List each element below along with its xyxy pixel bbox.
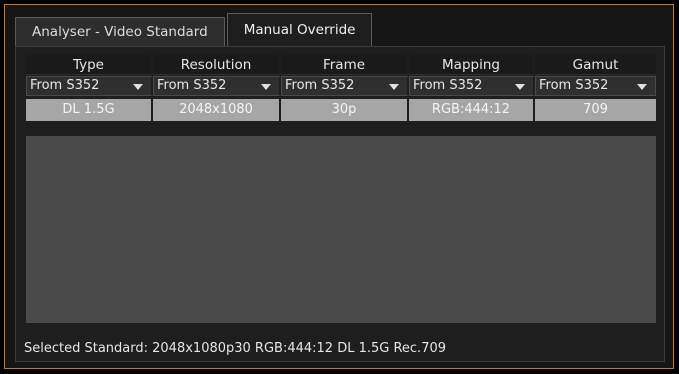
manual-override-window: Analyser - Video Standard Manual Overrid… bbox=[4, 4, 674, 369]
type-source-dropdown[interactable]: From S352 bbox=[26, 76, 153, 96]
frame-value[interactable]: 30p bbox=[281, 99, 409, 121]
frame-source-dropdown[interactable]: From S352 bbox=[281, 76, 409, 96]
gamut-value[interactable]: 709 bbox=[535, 99, 656, 121]
column-header-resolution: Resolution bbox=[153, 55, 281, 75]
column-header-mapping: Mapping bbox=[409, 55, 535, 75]
chevron-down-icon bbox=[261, 84, 271, 90]
chevron-down-icon bbox=[389, 84, 399, 90]
resolution-value[interactable]: 2048x1080 bbox=[153, 99, 281, 121]
chevron-down-icon bbox=[637, 84, 647, 90]
manual-override-panel: Type Resolution Frame Mapping Gamut From… bbox=[15, 46, 665, 362]
type-value[interactable]: DL 1.5G bbox=[26, 99, 153, 121]
chevron-down-icon bbox=[133, 84, 143, 90]
chevron-down-icon bbox=[515, 84, 525, 90]
column-header-gamut: Gamut bbox=[535, 55, 656, 75]
table-header: Type Resolution Frame Mapping Gamut bbox=[26, 55, 656, 75]
dropdown-value: From S352 bbox=[285, 78, 355, 93]
resolution-source-dropdown[interactable]: From S352 bbox=[153, 76, 281, 96]
tab-analyser-video-standard[interactable]: Analyser - Video Standard bbox=[15, 17, 225, 46]
tab-bar: Analyser - Video Standard Manual Overrid… bbox=[15, 13, 374, 46]
dropdown-value: From S352 bbox=[30, 78, 100, 93]
column-header-type: Type bbox=[26, 55, 153, 75]
source-dropdown-row: From S352 From S352 From S352 From S352 … bbox=[26, 75, 656, 96]
column-header-frame: Frame bbox=[281, 55, 409, 75]
gamut-source-dropdown[interactable]: From S352 bbox=[535, 76, 656, 96]
selected-standard-status: Selected Standard: 2048x1080p30 RGB:444:… bbox=[24, 341, 447, 356]
dropdown-value: From S352 bbox=[539, 78, 609, 93]
dropdown-value: From S352 bbox=[157, 78, 227, 93]
mapping-source-dropdown[interactable]: From S352 bbox=[409, 76, 535, 96]
standards-list-area[interactable] bbox=[26, 136, 656, 323]
selected-standard-row[interactable]: DL 1.5G 2048x1080 30p RGB:444:12 709 bbox=[26, 96, 656, 121]
dropdown-value: From S352 bbox=[413, 78, 483, 93]
standard-table: Type Resolution Frame Mapping Gamut From… bbox=[26, 55, 656, 121]
tab-manual-override[interactable]: Manual Override bbox=[226, 13, 373, 46]
mapping-value[interactable]: RGB:444:12 bbox=[409, 99, 535, 121]
